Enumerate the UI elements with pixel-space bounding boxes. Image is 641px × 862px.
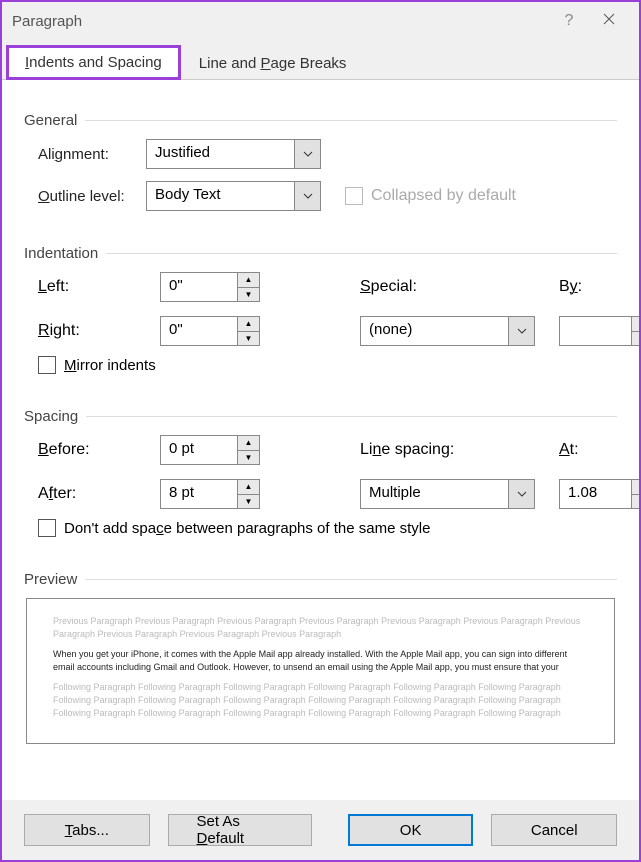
cancel-button[interactable]: Cancel [491,814,617,846]
section-label: Indentation [24,245,98,262]
dialog-title: Paragraph [12,13,549,30]
tab-indents-spacing[interactable]: Indents and Spacing [6,45,181,80]
tab-label: Indents and Spacing [25,54,162,71]
button-label: OK [400,822,422,839]
combo-value: Body Text [147,182,294,210]
before-spinner[interactable]: 0 pt ▲▼ [160,435,260,465]
divider [85,120,617,121]
spinner-value: 0" [161,273,237,301]
section-label: General [24,112,77,129]
checkbox-box [38,356,56,374]
special-label: Special: [360,278,535,296]
spinner-value: 0" [161,317,237,345]
special-combo[interactable]: (none) [360,316,535,346]
outline-combo[interactable]: Body Text [146,181,321,211]
button-label: Set As Default [197,813,283,847]
checkbox-label: Don't add space between paragraphs of th… [64,520,430,537]
combo-value: Justified [147,140,294,168]
tab-panel: General Alignment: Justified Outline lev… [2,79,639,800]
spinner-arrows[interactable]: ▲▼ [237,436,259,464]
section-preview: Preview [24,571,617,588]
preview-previous-text: Previous Paragraph Previous Paragraph Pr… [53,615,588,640]
section-label: Spacing [24,408,78,425]
collapsed-checkbox: Collapsed by default [345,187,516,205]
spinner-value: 0 pt [161,436,237,464]
chevron-down-icon[interactable] [508,480,534,508]
before-label: Before: [38,441,160,459]
spinner-value [560,317,631,345]
button-label: Tabs... [65,822,109,839]
spinner-arrows[interactable]: ▲▼ [237,480,259,508]
alignment-label: Alignment: [38,146,146,163]
dont-add-space-checkbox[interactable]: Don't add space between paragraphs of th… [24,519,617,537]
by-label: By: [559,278,639,296]
line-spacing-combo[interactable]: Multiple [360,479,535,509]
spinner-value: 8 pt [161,480,237,508]
help-button[interactable]: ? [549,12,589,30]
tab-line-page-breaks[interactable]: Line and Page Breaks [181,47,365,80]
by-spinner[interactable]: ▲▼ [559,316,639,346]
paragraph-dialog: Paragraph ? Indents and Spacing Line and… [0,0,641,862]
left-spinner[interactable]: 0" ▲▼ [160,272,260,302]
outline-label: Outline level: [38,188,146,205]
section-indentation: Indentation [24,245,617,262]
right-spinner[interactable]: 0" ▲▼ [160,316,260,346]
spinner-arrows[interactable]: ▲▼ [237,273,259,301]
close-button[interactable] [589,12,629,31]
section-label: Preview [24,571,77,588]
section-general: General [24,112,617,129]
checkbox-label: Collapsed by default [371,187,516,205]
alignment-combo[interactable]: Justified [146,139,321,169]
combo-value: (none) [361,317,508,345]
divider [86,416,617,417]
spinner-arrows[interactable]: ▲▼ [631,317,639,345]
chevron-down-icon[interactable] [294,140,320,168]
preview-following-text: Following Paragraph Following Paragraph … [53,681,588,719]
mirror-indents-checkbox[interactable]: Mirror indents [24,356,617,374]
at-spinner[interactable]: 1.08 ▲▼ [559,479,639,509]
divider [106,253,617,254]
tab-bar: Indents and Spacing Line and Page Breaks [2,40,639,80]
left-label: Left: [38,278,160,296]
chevron-down-icon[interactable] [508,317,534,345]
set-default-button[interactable]: Set As Default [168,814,312,846]
after-spinner[interactable]: 8 pt ▲▼ [160,479,260,509]
divider [85,579,617,580]
tabs-button[interactable]: Tabs... [24,814,150,846]
combo-value: Multiple [361,480,508,508]
checkbox-box [38,519,56,537]
after-label: After: [38,485,160,503]
preview-sample-text: When you get your iPhone, it comes with … [53,648,588,673]
checkbox-box [345,187,363,205]
tab-label: Line and Page Breaks [199,55,347,72]
spinner-arrows[interactable]: ▲▼ [631,480,639,508]
section-spacing: Spacing [24,408,617,425]
checkbox-label: Mirror indents [64,357,156,374]
chevron-down-icon[interactable] [294,182,320,210]
ok-button[interactable]: OK [348,814,474,846]
preview-box: Previous Paragraph Previous Paragraph Pr… [26,598,615,744]
at-label: At: [559,441,639,459]
spinner-arrows[interactable]: ▲▼ [237,317,259,345]
button-bar: Tabs... Set As Default OK Cancel [2,800,639,860]
close-icon [602,12,616,26]
right-label: Right: [38,322,160,340]
spinner-value: 1.08 [560,480,631,508]
line-spacing-label: Line spacing: [360,441,535,459]
title-bar: Paragraph ? [2,2,639,40]
button-label: Cancel [531,822,578,839]
